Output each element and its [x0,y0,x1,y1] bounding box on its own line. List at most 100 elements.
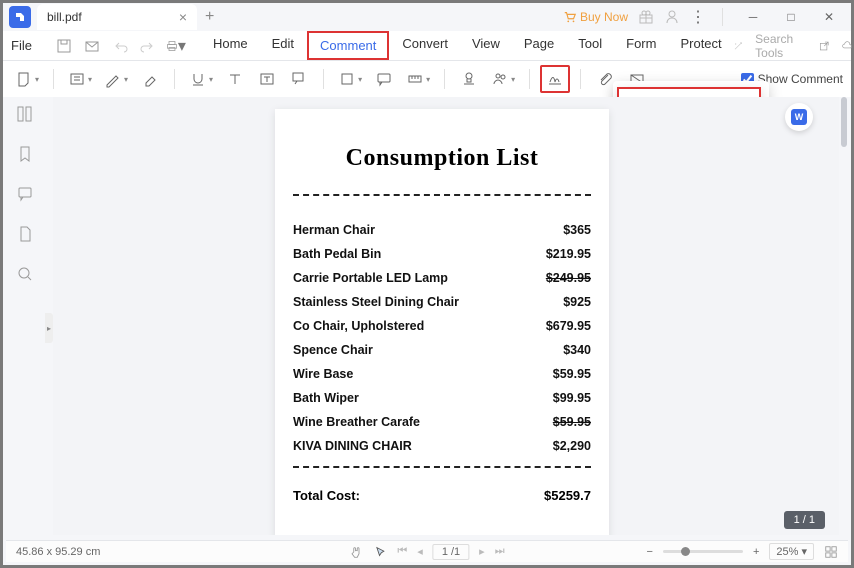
minimize-button[interactable]: ─ [739,6,767,28]
page-number-input[interactable]: 1 /1 [433,544,469,560]
item-price: $925 [563,295,591,309]
shape-tool[interactable]: ▾ [334,65,366,93]
text-tool[interactable] [221,65,249,93]
print-icon[interactable]: ▾ [166,36,186,56]
close-button[interactable]: ✕ [815,6,843,28]
item-price: $679.95 [546,319,591,333]
search-tools-input[interactable]: Search Tools [755,32,807,60]
item-name: Stainless Steel Dining Chair [293,295,459,309]
app-logo [9,6,31,28]
redo-icon[interactable] [138,36,158,56]
item-name: Wine Breather Carafe [293,415,420,429]
next-page-icon[interactable]: ▸ [479,545,485,558]
mail-icon[interactable] [82,36,102,56]
divider-line [293,466,591,468]
menu-tab-home[interactable]: Home [202,31,259,60]
first-page-icon[interactable]: ⏮ [397,545,407,558]
item-name: Carrie Portable LED Lamp [293,271,448,285]
comments-panel-icon[interactable] [14,183,36,205]
menu-tab-comment[interactable]: Comment [307,31,389,60]
last-page-icon[interactable]: ⏭ [495,545,505,558]
zoom-out-icon[interactable]: − [647,546,653,558]
zoom-slider-knob[interactable] [681,547,690,556]
item-price: $340 [563,343,591,357]
cart-icon [563,10,577,24]
new-tab-button[interactable]: + [197,8,222,26]
list-item: Stainless Steel Dining Chair $925 [293,290,591,314]
highlight-tool[interactable]: ▾ [64,65,96,93]
zoom-in-icon[interactable]: + [753,546,759,558]
zoom-slider[interactable] [663,550,743,553]
menu-tab-page[interactable]: Page [513,31,565,60]
item-price: $59.95 [553,415,591,429]
share-icon[interactable] [819,39,830,53]
menu-tab-protect[interactable]: Protect [669,31,732,60]
file-menu[interactable]: File [11,38,32,53]
menu-tab-convert[interactable]: Convert [391,31,459,60]
menu-tab-view[interactable]: View [461,31,511,60]
tab-close-icon[interactable]: × [179,9,187,25]
scrollbar-thumb[interactable] [841,97,847,147]
item-name: KIVA DINING CHAIR [293,439,412,453]
fit-page-icon[interactable] [824,545,838,559]
people-tool[interactable]: ▾ [487,65,519,93]
list-item: Bath Wiper$99.95 [293,386,591,410]
item-name: Spence Chair [293,343,373,357]
menu-tab-edit[interactable]: Edit [261,31,305,60]
undo-icon[interactable] [110,36,130,56]
list-item: Carrie Portable LED Lamp$249.95 [293,266,591,290]
textbox-tool[interactable] [253,65,281,93]
pdf-page: Consumption List Herman Chair$365Bath Pe… [275,109,609,535]
item-name: Bath Pedal Bin [293,247,381,261]
buy-now-button[interactable]: Buy Now [563,10,628,24]
measure-tool[interactable]: ▾ [402,65,434,93]
bookmark-icon[interactable] [14,143,36,165]
save-icon[interactable] [54,36,74,56]
document-title: Consumption List [293,145,591,172]
vertical-scrollbar[interactable] [840,97,848,537]
list-item: Spence Chair $340 [293,338,591,362]
underline-tool[interactable]: ▾ [185,65,217,93]
word-export-button[interactable]: W [785,103,813,131]
tab-title: bill.pdf [47,10,82,24]
comment-tool[interactable] [370,65,398,93]
document-tab[interactable]: bill.pdf × [37,4,197,30]
cloud-icon[interactable] [842,39,853,53]
document-viewport[interactable]: Consumption List Herman Chair$365Bath Pe… [53,97,839,535]
item-price: $2,290 [553,439,591,453]
page-indicator-badge: 1 / 1 [784,511,825,529]
list-item: Wine Breather Carafe $59.95 [293,410,591,434]
list-item: KIVA DINING CHAIR $2,290 [293,434,591,458]
stamp-tool[interactable] [455,65,483,93]
note-tool[interactable]: ▾ [11,65,43,93]
list-item: Herman Chair$365 [293,218,591,242]
pencil-tool[interactable]: ▾ [100,65,132,93]
more-menu-icon[interactable]: ⋮ [690,7,706,27]
eraser-tool[interactable] [136,65,164,93]
word-icon: W [791,109,807,125]
item-price: $59.95 [553,367,591,381]
gift-icon[interactable] [638,9,654,25]
select-tool-icon[interactable] [373,545,387,559]
cursor-coordinates: 45.86 x 95.29 cm [16,546,100,558]
user-icon[interactable] [664,9,680,25]
callout-tool[interactable] [285,65,313,93]
hand-tool-icon[interactable] [349,545,363,559]
zoom-value[interactable]: 25% ▾ [769,543,814,560]
sidebar-expand-handle[interactable]: ▸ [45,313,53,343]
list-item: Bath Pedal Bin $219.95 [293,242,591,266]
signature-tool[interactable] [540,65,570,93]
search-panel-icon[interactable] [14,263,36,285]
item-name: Wire Base [293,367,353,381]
maximize-button[interactable]: □ [777,6,805,28]
item-price: $219.95 [546,247,591,261]
menu-tab-form[interactable]: Form [615,31,667,60]
item-price: $365 [563,223,591,237]
attachments-panel-icon[interactable] [14,223,36,245]
menu-tab-tool[interactable]: Tool [567,31,613,60]
prev-page-icon[interactable]: ◂ [417,545,423,558]
menu-tabs: HomeEditCommentConvertViewPageToolFormPr… [202,31,733,60]
thumbnails-icon[interactable] [14,103,36,125]
list-item: Co Chair, Upholstered$679.95 [293,314,591,338]
wand-icon[interactable] [733,39,744,53]
